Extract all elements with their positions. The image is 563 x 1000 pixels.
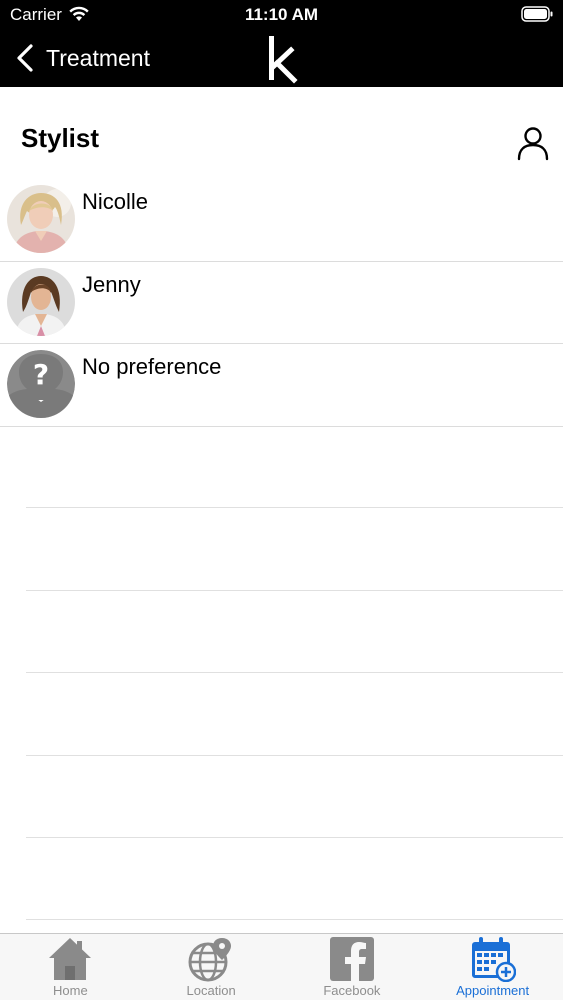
back-button[interactable]: Treatment bbox=[14, 40, 150, 76]
status-time: 11:10 AM bbox=[244, 5, 319, 24]
tab-home[interactable]: Home bbox=[0, 934, 141, 1000]
tab-label: Location bbox=[186, 983, 236, 998]
tab-label: Facebook bbox=[323, 983, 381, 998]
calendar-add-icon bbox=[471, 937, 516, 982]
stylist-row-jenny[interactable]: Jenny bbox=[0, 262, 563, 344]
stylist-name: No preference bbox=[82, 354, 222, 379]
tab-facebook[interactable]: Facebook bbox=[282, 934, 423, 1000]
list-divider bbox=[26, 591, 563, 674]
facebook-icon bbox=[329, 937, 374, 981]
stylist-name: Nicolle bbox=[82, 189, 149, 214]
person-outline-icon[interactable] bbox=[515, 125, 551, 161]
k-logo-icon bbox=[269, 36, 298, 84]
page-title: Stylist bbox=[21, 123, 100, 153]
list-divider bbox=[26, 756, 563, 838]
list-divider bbox=[26, 426, 563, 509]
list-divider bbox=[26, 508, 563, 591]
list-divider bbox=[26, 838, 563, 921]
status-bar: Carrier 11:10 AM bbox=[0, 0, 563, 30]
stylist-name: Jenny bbox=[82, 271, 141, 297]
battery-icon bbox=[521, 6, 553, 22]
tab-label: Appointment bbox=[456, 983, 530, 998]
svg-text:?: ? bbox=[33, 358, 49, 391]
question-person-icon: ? bbox=[7, 350, 75, 418]
tab-location[interactable]: Location bbox=[141, 934, 282, 1000]
page-header: Stylist bbox=[0, 87, 563, 179]
tab-label: Home bbox=[53, 983, 88, 998]
house-icon bbox=[49, 938, 92, 980]
globe-pin-icon bbox=[188, 938, 232, 982]
top-bar: Carrier 11:10 AM Treatment bbox=[0, 0, 563, 87]
chevron-left-icon bbox=[17, 44, 33, 72]
avatar-jenny bbox=[7, 267, 75, 336]
tab-appointment[interactable]: Appointment bbox=[422, 934, 563, 1000]
stylist-row-nicolle[interactable]: Nicolle bbox=[0, 179, 563, 262]
back-label: Treatment bbox=[46, 44, 150, 71]
stylist-row-no-preference[interactable]: ? No preference bbox=[0, 344, 563, 427]
avatar-nicolle bbox=[7, 185, 75, 253]
empty-list-area bbox=[0, 426, 563, 921]
navigation-bar: Treatment bbox=[0, 30, 563, 87]
stylist-list: Nicolle Jenny ? No preference bbox=[0, 179, 563, 427]
list-divider bbox=[26, 673, 563, 756]
tab-bar: Home Location Facebook Appointment bbox=[0, 933, 563, 1000]
